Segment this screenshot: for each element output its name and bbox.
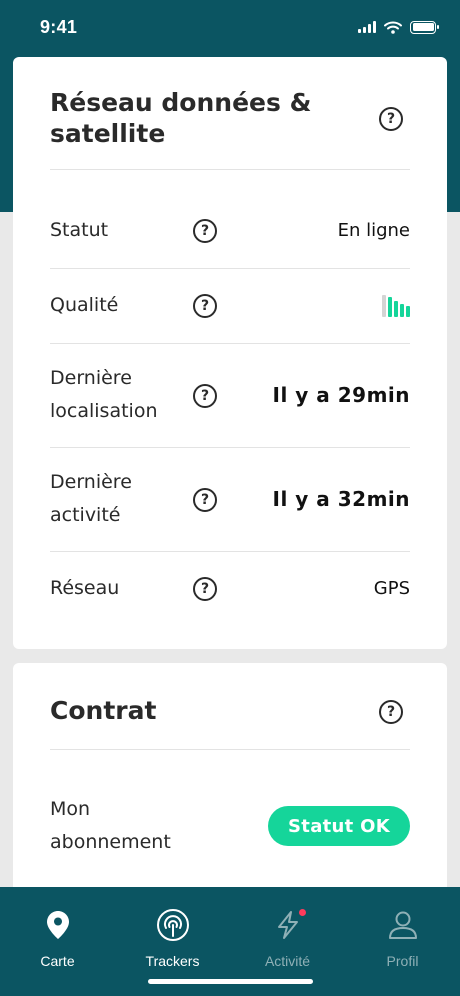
help-icon[interactable]: ? xyxy=(379,107,403,131)
wifi-icon xyxy=(384,21,402,34)
tab-profil[interactable]: Profil xyxy=(345,887,460,977)
battery-icon xyxy=(410,20,439,34)
network-value: GPS xyxy=(373,578,410,599)
lightning-icon xyxy=(274,908,306,942)
network-satellite-card: Réseau données & satellite ? Statut ? En… xyxy=(13,57,447,649)
tab-label: Carte xyxy=(40,953,75,969)
tab-trackers[interactable]: Trackers xyxy=(115,887,230,977)
row-label-derniere-activite: Dernière activité xyxy=(50,471,132,526)
card-title: Réseau données & satellite xyxy=(50,88,312,148)
tab-label: Activité xyxy=(264,953,311,969)
status-value: En ligne xyxy=(337,220,410,241)
help-icon[interactable]: ? xyxy=(193,384,217,408)
divider xyxy=(50,343,410,344)
map-pin-icon xyxy=(46,908,70,942)
divider xyxy=(50,169,410,170)
subscription-label: Mon abonnement xyxy=(50,798,171,853)
bottom-tab-bar: Carte Trackers Activité Profil xyxy=(0,887,460,996)
help-icon[interactable]: ? xyxy=(379,700,403,724)
user-icon xyxy=(388,908,418,942)
subscription-status-badge[interactable]: Statut OK xyxy=(268,806,410,846)
divider xyxy=(50,551,410,552)
last-activity-value: Il y a 32min xyxy=(272,487,410,511)
last-location-value: Il y a 29min xyxy=(272,383,410,407)
tab-activite[interactable]: Activité xyxy=(230,887,345,977)
status-icons xyxy=(358,20,439,34)
help-icon[interactable]: ? xyxy=(193,577,217,601)
status-bar: 9:41 xyxy=(0,0,460,54)
divider xyxy=(50,268,410,269)
divider xyxy=(50,447,410,448)
help-icon[interactable]: ? xyxy=(193,294,217,318)
contract-card: Contrat ? Mon abonnement Statut OK xyxy=(13,663,447,923)
signal-quality-icon xyxy=(382,295,410,317)
tracker-signal-icon xyxy=(156,908,190,942)
help-icon[interactable]: ? xyxy=(193,488,217,512)
cellular-signal-icon xyxy=(358,21,376,33)
row-label-derniere-localisation: Dernière localisation xyxy=(50,367,158,422)
row-label-reseau: Réseau xyxy=(50,577,120,599)
divider xyxy=(50,749,410,750)
tab-label: Profil xyxy=(386,953,419,969)
notification-dot xyxy=(298,909,306,916)
status-time: 9:41 xyxy=(40,16,78,37)
row-label-statut: Statut xyxy=(50,219,109,241)
tab-carte[interactable]: Carte xyxy=(0,887,115,977)
row-label-qualite: Qualité xyxy=(50,294,119,316)
home-indicator xyxy=(148,979,313,984)
help-icon[interactable]: ? xyxy=(193,219,217,243)
card-title: Contrat xyxy=(50,696,157,725)
tab-label: Trackers xyxy=(145,953,200,969)
